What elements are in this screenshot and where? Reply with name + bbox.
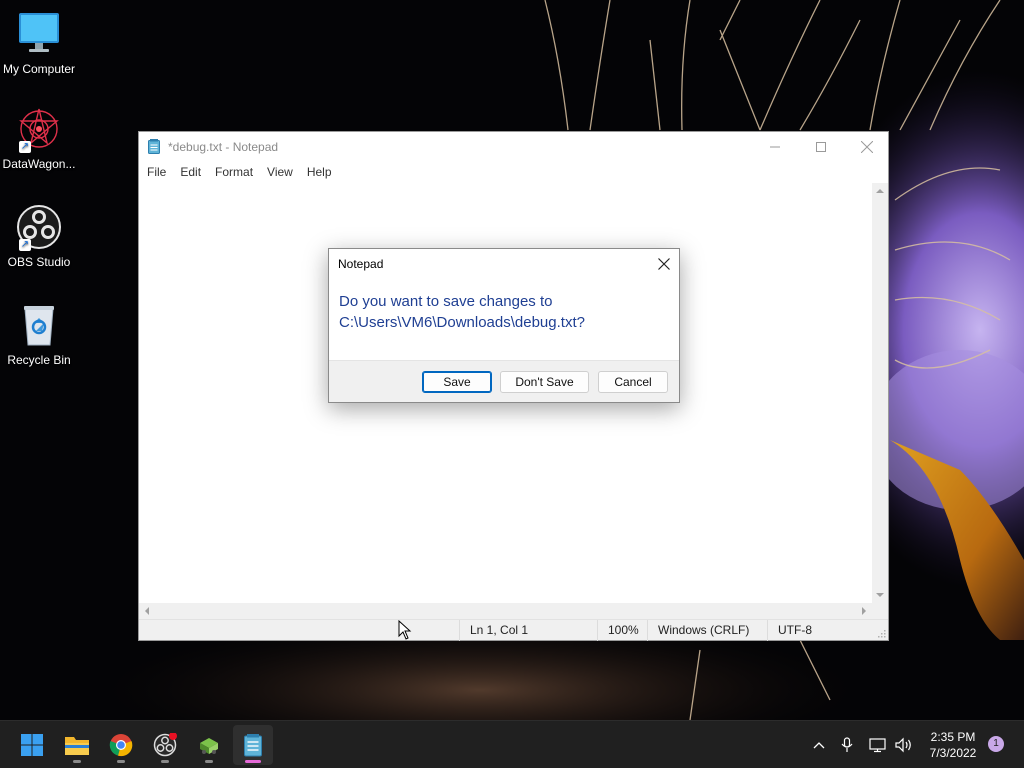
- start-button[interactable]: [12, 725, 52, 765]
- network-button[interactable]: [866, 721, 890, 768]
- datawagon-icon: ↗: [15, 105, 63, 153]
- maximize-button[interactable]: [798, 132, 844, 161]
- taskbar-obs-studio[interactable]: [145, 725, 185, 765]
- dialog-message-line: Do you want to save changes to: [339, 293, 553, 310]
- close-button[interactable]: [844, 132, 890, 161]
- desktop-icon-label: Recycle Bin: [7, 353, 71, 367]
- notification-badge[interactable]: 1: [988, 736, 1004, 752]
- show-hidden-icons-button[interactable]: [808, 721, 830, 768]
- clock-time: 2:35 PM: [930, 730, 976, 744]
- vertical-scrollbar[interactable]: [872, 183, 888, 603]
- active-indicator: [245, 760, 261, 763]
- taskbar-notepad[interactable]: [233, 725, 273, 765]
- scrollbar-corner: [872, 603, 888, 619]
- maximize-icon: [816, 141, 826, 152]
- dialog-title: Notepad: [338, 257, 384, 271]
- menu-format[interactable]: Format: [209, 161, 259, 183]
- shortcut-arrow-icon: ↗: [19, 239, 31, 251]
- notepad-icon: [148, 139, 160, 154]
- running-indicator: [161, 760, 169, 763]
- menu-bar: File Edit Format View Help: [139, 161, 888, 183]
- desktop-icon-datawagon[interactable]: ↗ DataWagon...: [0, 105, 79, 171]
- desktop-icon-label: DataWagon...: [2, 157, 76, 171]
- running-indicator: [205, 760, 213, 763]
- window-title: *debug.txt - Notepad: [168, 139, 279, 154]
- status-zoom: 100%: [597, 620, 639, 641]
- running-indicator: [117, 760, 125, 763]
- taskbar-chrome[interactable]: [101, 725, 141, 765]
- running-indicator: [73, 760, 81, 763]
- scroll-left-icon[interactable]: [139, 603, 155, 619]
- chevron-up-icon: [813, 742, 825, 749]
- desktop-icon-label: My Computer: [2, 62, 76, 76]
- status-cursor-position: Ln 1, Col 1: [459, 620, 528, 641]
- minimize-icon: [770, 146, 780, 147]
- menu-file[interactable]: File: [141, 161, 172, 183]
- file-explorer-icon: [65, 737, 89, 755]
- status-encoding: UTF-8: [767, 620, 812, 641]
- microphone-icon: [841, 737, 853, 752]
- menu-view[interactable]: View: [261, 161, 299, 183]
- datawagon-icon: [200, 738, 218, 754]
- dialog-message: Do you want to save changes to C:\Users\…: [339, 291, 659, 333]
- volume-icon: [895, 737, 911, 753]
- scroll-up-icon[interactable]: [872, 183, 888, 199]
- obs-studio-icon: [153, 733, 177, 757]
- dialog-message-path: C:\Users\VM6\Downloads\debug.txt?: [339, 314, 585, 331]
- taskbar-file-explorer[interactable]: [57, 725, 97, 765]
- menu-help[interactable]: Help: [301, 161, 338, 183]
- resize-grip-icon[interactable]: [876, 628, 886, 638]
- clock-date: 7/3/2022: [929, 746, 977, 760]
- status-bar: Ln 1, Col 1 100% Windows (CRLF) UTF-8: [139, 619, 888, 641]
- scroll-down-icon[interactable]: [872, 587, 888, 603]
- microphone-button[interactable]: [836, 721, 858, 768]
- monitor-icon: [15, 10, 63, 58]
- minimize-button[interactable]: [752, 132, 798, 161]
- network-icon: [869, 738, 886, 753]
- dialog-close-button[interactable]: [653, 253, 675, 275]
- clock[interactable]: 2:35 PM 7/3/2022: [920, 729, 986, 761]
- desktop-icon-label: OBS Studio: [7, 255, 71, 269]
- desktop-icon-obs-studio[interactable]: ↗ OBS Studio: [0, 203, 79, 269]
- volume-button[interactable]: [892, 721, 916, 768]
- dialog-button-bar: Save Don't Save Cancel: [329, 360, 679, 402]
- obs-studio-icon: ↗: [15, 203, 63, 251]
- scroll-right-icon[interactable]: [856, 603, 872, 619]
- taskbar: 2:35 PM 7/3/2022: [0, 720, 1024, 768]
- notepad-icon: [244, 734, 262, 757]
- taskbar-datawagon[interactable]: [189, 725, 229, 765]
- save-button[interactable]: Save: [422, 371, 492, 393]
- cancel-button[interactable]: Cancel: [598, 371, 668, 393]
- chrome-icon: [109, 734, 133, 757]
- dont-save-button[interactable]: Don't Save: [500, 371, 589, 393]
- shortcut-arrow-icon: ↗: [19, 141, 31, 153]
- save-changes-dialog: Notepad Do you want to save changes to C…: [328, 248, 680, 403]
- menu-edit[interactable]: Edit: [174, 161, 207, 183]
- horizontal-scrollbar[interactable]: [139, 603, 872, 619]
- recycle-bin-icon: [15, 301, 63, 349]
- status-line-ending: Windows (CRLF): [647, 620, 749, 641]
- desktop-icon-my-computer[interactable]: My Computer: [0, 10, 79, 76]
- desktop-icon-recycle-bin[interactable]: Recycle Bin: [0, 301, 79, 367]
- close-icon: [658, 258, 670, 270]
- close-icon: [861, 140, 873, 153]
- notepad-titlebar[interactable]: *debug.txt - Notepad: [139, 132, 888, 161]
- mouse-cursor-icon: [398, 620, 412, 640]
- start-icon: [21, 734, 43, 756]
